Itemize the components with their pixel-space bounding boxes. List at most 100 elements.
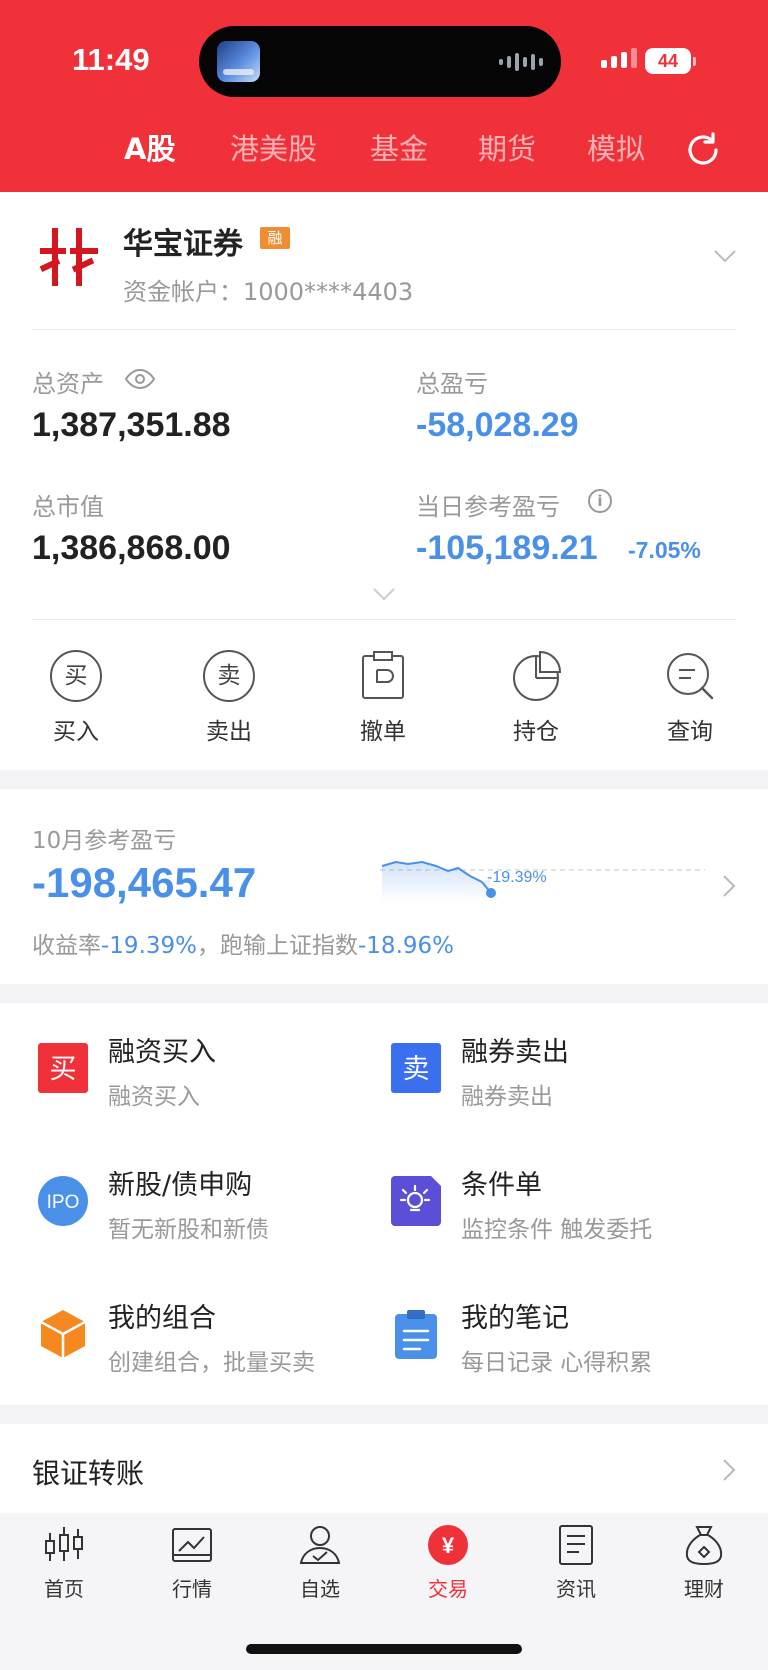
service-title: 我的组合 [108,1303,216,1334]
huabao-logo-icon [40,228,98,286]
service-title: 新股/债申购 [108,1170,253,1201]
cancel-order-action[interactable]: 撤单 [348,650,418,746]
nav-label: 行情 [172,1577,212,1601]
chevron-right-icon[interactable] [722,1458,736,1482]
divider [32,329,736,330]
nav-wealth[interactable]: 理财 [659,1523,749,1602]
buy-icon: 买 [50,650,102,702]
total-pnl-label: 总盈亏 [416,370,488,398]
nav-label: 首页 [44,1577,84,1601]
yuan-coin-icon: ¥ [428,1525,468,1565]
nav-trade[interactable]: ¥ 交易 [403,1523,493,1602]
document-icon [559,1525,593,1565]
total-assets-value: 1,387,351.88 [32,406,231,444]
notes-clipboard-icon [395,1310,437,1359]
cancel-order-icon [362,651,404,699]
service-title: 条件单 [461,1170,542,1201]
tab-simulation[interactable]: 模拟 [587,126,645,168]
market-value-label: 总市值 [32,493,104,521]
monthly-pnl-value: -198,465.47 [32,859,257,906]
sell-icon: 卖 [203,650,255,702]
now-playing-thumbnail [217,41,260,82]
market-tabs: A股 港美股 基金 期货 模拟 [0,126,768,176]
query-label: 查询 [667,719,713,745]
monthly-return-line: 收益率-19.39%，跑输上证指数-18.96% [32,926,454,960]
compare-label: ，跑输上证指数 [197,933,358,959]
service-subtitle: 融券卖出 [461,1084,553,1110]
dynamic-island[interactable] [199,26,561,97]
tab-hk-us-stocks[interactable]: 港美股 [230,126,317,168]
nav-watchlist[interactable]: 自选 [275,1523,365,1602]
service-subtitle: 融资买入 [108,1084,200,1110]
battery-level: 44 [657,51,679,71]
svg-text:¥: ¥ [442,1533,455,1558]
service-subtitle: 暂无新股和新债 [108,1217,269,1243]
service-subtitle: 创建组合，批量买卖 [108,1350,315,1376]
svg-text:买: 买 [50,1054,77,1085]
service-title: 我的笔记 [461,1303,569,1334]
buy-action[interactable]: 买 买入 [41,650,111,746]
daily-pnl-label: 当日参考盈亏 [416,493,560,521]
compare-value: -18.96% [358,933,454,959]
cancel-order-label: 撤单 [360,719,406,745]
query-action[interactable]: 查询 [655,650,725,746]
margin-badge: 融 [260,227,290,249]
sparkline-label: -19.39% [487,869,547,886]
service-title: 融资买入 [108,1037,216,1068]
return-value: -19.39% [101,933,197,959]
pie-chart-icon [513,650,562,701]
divider [32,619,736,620]
nav-news[interactable]: 资讯 [531,1523,621,1602]
cellular-signal-icon [601,48,637,68]
account-number: 资金帐户：1000****4403 [123,278,414,306]
eye-icon[interactable] [124,366,156,392]
monthly-pnl-title: 10月参考盈亏 [32,828,177,854]
positions-action[interactable]: 持仓 [501,650,571,746]
bank-transfer-label: 银证转账 [32,1457,145,1490]
market-value-value: 1,386,868.00 [32,529,231,567]
nav-label: 资讯 [556,1577,596,1601]
portfolio-cube-icon [40,1310,86,1358]
buy-square-icon: 买 [38,1043,88,1093]
total-assets-label: 总资产 [32,370,104,398]
tab-funds[interactable]: 基金 [370,126,428,168]
svg-text:卖: 卖 [403,1054,430,1085]
money-bag-icon [685,1526,723,1566]
daily-pnl-percent: -7.05% [628,537,701,563]
battery-indicator: 44 [645,48,696,74]
tab-futures[interactable]: 期货 [478,126,536,168]
audio-wave-icon [499,53,543,71]
sell-action[interactable]: 卖 卖出 [194,650,264,746]
total-pnl-value: -58,028.29 [416,406,579,444]
positions-label: 持仓 [513,719,559,745]
nav-label: 理财 [684,1577,724,1601]
service-title: 融券卖出 [461,1037,569,1068]
condition-order-icon [391,1176,441,1226]
market-chart-icon [172,1528,212,1562]
broker-name: 华宝证券 [123,227,243,262]
svg-text:IPO: IPO [47,1192,80,1213]
chevron-right-icon[interactable] [722,874,736,898]
buy-label: 买入 [53,719,99,745]
service-subtitle: 监控条件 触发委托 [461,1217,653,1243]
nav-label: 自选 [300,1577,340,1601]
nav-label: 交易 [428,1577,468,1601]
sell-label: 卖出 [206,719,252,745]
nav-market[interactable]: 行情 [147,1523,237,1602]
chevron-down-icon[interactable] [713,248,737,264]
daily-pnl-value: -105,189.21 [416,529,598,567]
refresh-icon[interactable] [683,130,723,170]
search-icon [667,653,714,700]
status-time: 11:49 [72,42,150,77]
ipo-icon: IPO [38,1176,88,1226]
service-subtitle: 每日记录 心得积累 [461,1350,653,1376]
sell-square-icon: 卖 [391,1043,441,1093]
return-label: 收益率 [32,933,101,959]
tab-a-shares[interactable]: A股 [124,126,175,168]
nav-home[interactable]: 首页 [19,1523,109,1602]
expand-chevron-icon[interactable] [372,587,396,601]
info-icon[interactable]: i [588,489,612,513]
home-indicator[interactable] [246,1644,522,1654]
user-check-icon [299,1526,341,1564]
candlestick-icon [45,1527,83,1561]
